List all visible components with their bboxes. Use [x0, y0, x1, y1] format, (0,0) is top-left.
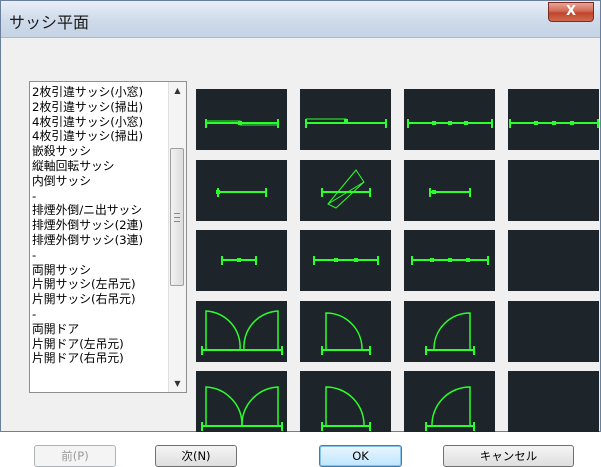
tile-casement-sash-right[interactable] — [404, 301, 495, 362]
plan-vent-2-icon — [313, 256, 379, 265]
tile-sash-4-sliding-floor[interactable] — [508, 89, 599, 150]
scroll-up-icon[interactable]: ▲ — [169, 82, 186, 99]
tile-smoke-vent-sash-3[interactable] — [404, 230, 495, 291]
list-item[interactable]: 片開ドア(右吊元) — [32, 351, 170, 366]
tile-smoke-vent-sash[interactable] — [196, 230, 287, 291]
list-item[interactable]: 片開サッシ(右吊元) — [32, 292, 170, 307]
list-item[interactable]: - — [32, 189, 170, 204]
plan-swing-left-icon — [321, 312, 371, 355]
plan-sliding-4-icon — [407, 119, 493, 128]
list-item[interactable]: 縦軸回転サッシ — [32, 159, 170, 174]
scroll-thumb[interactable] — [170, 148, 184, 286]
plan-double-door-icon — [201, 386, 283, 431]
plan-door-left-icon — [321, 386, 371, 431]
dialog-body: 2枚引違サッシ(小窓) 2枚引違サッシ(掃出) 4枚引違サッシ(小窓) 4枚引違サッシ… — [9, 43, 599, 467]
plan-pivot-icon — [321, 169, 371, 209]
scroll-grip-icon — [174, 213, 180, 222]
prev-button[interactable]: 前(P) — [34, 445, 116, 467]
list-item[interactable]: - — [32, 248, 170, 263]
close-icon: X — [565, 4, 577, 19]
tile-empty-slot-4[interactable] — [508, 371, 599, 432]
ok-button[interactable]: OK — [319, 445, 402, 467]
none-icon — [508, 301, 599, 362]
none-icon — [508, 230, 599, 291]
list-item[interactable]: 両開ドア — [32, 322, 170, 337]
title-bar[interactable]: サッシ平面 X — [1, 1, 600, 38]
tile-double-door[interactable] — [196, 371, 287, 432]
list-item[interactable]: 片開ドア(左吊元) — [32, 337, 170, 352]
sash-plan-dialog: サッシ平面 X 2枚引違サッシ(小窓) 2枚引違サッシ(掃出) 4枚引違サッシ(小窓… — [0, 0, 601, 467]
list-item[interactable]: - — [32, 307, 170, 322]
list-item[interactable]: 両開サッシ — [32, 263, 170, 278]
tile-sash-2-sliding-small[interactable] — [196, 89, 287, 150]
tile-empty-slot-1[interactable] — [508, 160, 599, 221]
tile-sash-4-sliding-small[interactable] — [404, 89, 495, 150]
tile-empty-slot-3[interactable] — [508, 301, 599, 362]
tile-inward-tilt-sash[interactable] — [404, 160, 495, 221]
list-item[interactable]: 片開サッシ(左吊元) — [32, 277, 170, 292]
tile-fixed-sash[interactable] — [196, 160, 287, 221]
list-item[interactable]: 排煙外倒/ニ出サッシ — [32, 203, 170, 218]
tile-empty-slot-2[interactable] — [508, 230, 599, 291]
list-item[interactable]: 排煙外倒サッシ(3連) — [32, 233, 170, 248]
plan-swing-right-icon — [425, 312, 475, 355]
sash-type-list[interactable]: 2枚引違サッシ(小窓) 2枚引違サッシ(掃出) 4枚引違サッシ(小窓) 4枚引違サッシ… — [29, 81, 187, 393]
list-item[interactable]: 4枚引違サッシ(掃出) — [32, 129, 170, 144]
none-icon — [508, 371, 599, 432]
tile-double-casement-sash[interactable] — [196, 301, 287, 362]
plan-sliding-2-wide-icon — [305, 118, 387, 128]
tile-smoke-vent-sash-2[interactable] — [300, 230, 391, 291]
list-item[interactable]: 嵌殺サッシ — [32, 144, 170, 159]
list-item[interactable]: 2枚引違サッシ(小窓) — [32, 85, 170, 100]
list-item[interactable]: 内倒サッシ — [32, 174, 170, 189]
list-item[interactable]: 2枚引違サッシ(掃出) — [32, 100, 170, 115]
list-items: 2枚引違サッシ(小窓) 2枚引違サッシ(掃出) 4枚引違サッシ(小窓) 4枚引違サッシ… — [32, 85, 170, 366]
tile-sash-2-sliding-floor[interactable] — [300, 89, 391, 150]
list-scrollbar[interactable]: ▲ ▼ — [168, 82, 186, 392]
plan-sliding-2-icon — [205, 119, 279, 128]
tile-casement-sash-left[interactable] — [300, 301, 391, 362]
tile-single-door-right[interactable] — [404, 371, 495, 432]
plan-vent-1-icon — [221, 256, 257, 265]
list-item[interactable]: 排煙外倒サッシ(2連) — [32, 218, 170, 233]
none-icon — [508, 160, 599, 221]
window-title: サッシ平面 — [9, 13, 90, 32]
close-button[interactable]: X — [548, 2, 594, 22]
scroll-down-icon[interactable]: ▼ — [169, 375, 186, 392]
plan-sliding-4-wide-icon — [509, 119, 599, 128]
cancel-button[interactable]: キャンセル — [443, 445, 574, 467]
plan-fixed-icon — [216, 188, 267, 197]
list-item[interactable]: 4枚引違サッシ(小窓) — [32, 115, 170, 130]
plan-vent-3-icon — [411, 256, 489, 265]
plan-double-swing-icon — [201, 310, 283, 355]
next-button[interactable]: 次(N) — [155, 445, 237, 467]
plan-tilt-icon — [429, 188, 471, 197]
plan-door-right-icon — [425, 386, 475, 431]
tile-pivot-sash[interactable] — [300, 160, 391, 221]
tile-single-door-left[interactable] — [300, 371, 391, 432]
